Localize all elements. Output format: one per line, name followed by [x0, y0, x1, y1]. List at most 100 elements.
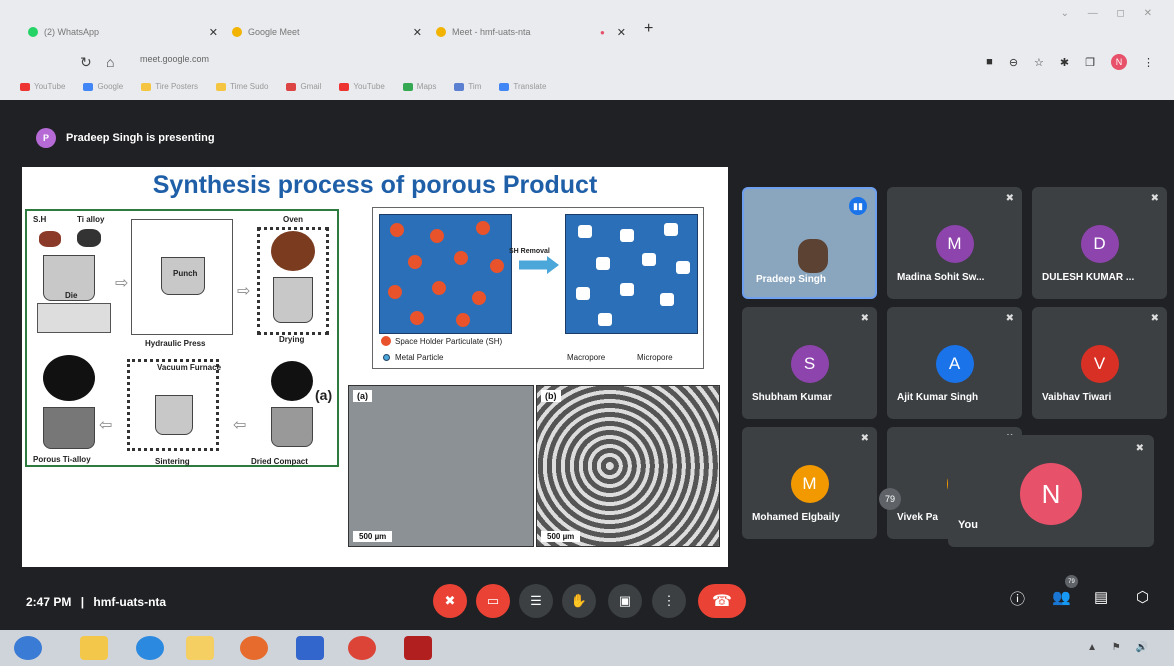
mic-off-icon: ✖ [860, 433, 869, 444]
macropore [660, 293, 674, 306]
chrome-icon[interactable] [348, 636, 376, 660]
tab-search-icon[interactable]: ❐ [1085, 56, 1095, 69]
bookmark-item[interactable]: YouTube [339, 82, 385, 91]
camera-indicator-icon[interactable]: ■ [986, 56, 993, 68]
sh-particle [410, 311, 424, 325]
bookmark-item[interactable]: Gmail [286, 82, 321, 91]
close-icon[interactable]: ✕ [413, 26, 422, 39]
new-tab-button[interactable]: + [644, 20, 653, 38]
tab-google-meet[interactable]: Google Meet ✕ [232, 20, 422, 44]
furnace-cylinder [155, 395, 193, 435]
sh-particle [432, 281, 446, 295]
participant-tile[interactable]: ✖ S Shubham Kumar [742, 307, 877, 419]
label-die: Die [65, 291, 78, 300]
shared-slide: Synthesis process of porous Product S.H … [22, 167, 728, 567]
sem-tag-a: (a) [353, 390, 372, 402]
close-icon[interactable]: ✕ [617, 26, 626, 39]
participant-tile[interactable]: ✖ M Madina Sohit Sw... [887, 187, 1022, 299]
arrow-right-icon: ⇨ [115, 275, 129, 292]
bookmark-item[interactable]: Translate [499, 82, 546, 91]
file-explorer-icon[interactable] [80, 636, 108, 660]
porous-cylinder [43, 407, 95, 449]
menu-icon[interactable]: ⋮ [1143, 56, 1154, 69]
bookmark-item[interactable]: Tire Posters [141, 82, 198, 91]
star-icon[interactable]: ☆ [1034, 56, 1044, 69]
macropore [676, 261, 690, 274]
end-call-button[interactable]: ☎ [698, 584, 746, 618]
extensions-icon[interactable]: ✱ [1060, 56, 1069, 69]
self-avatar: N [1020, 463, 1082, 525]
system-tray[interactable]: ▲ ⚑ 🔊 [1087, 642, 1154, 653]
bookmark-item[interactable]: Maps [402, 82, 436, 91]
meet-icon [436, 27, 446, 37]
meeting-info: 2:47 PM | hmf-uats-nta [26, 595, 166, 609]
start-button[interactable] [14, 636, 42, 660]
tab-meet-active[interactable]: Meet - hmf-uats-nta ● ✕ [436, 20, 626, 44]
sh-particle [408, 255, 422, 269]
hidden-participants-badge[interactable]: 79 [879, 488, 901, 510]
reload-icon[interactable]: ↻ [80, 54, 92, 71]
folder-icon [141, 82, 152, 91]
participant-tile[interactable]: ✖ A Ajit Kumar Singh [887, 307, 1022, 419]
zoom-icon[interactable]: ⊖ [1009, 56, 1018, 69]
close-icon[interactable]: ✕ [209, 26, 218, 39]
present-button[interactable]: ▣ [608, 584, 642, 618]
sh-particle [456, 313, 470, 327]
people-icon[interactable]: 👥 [1052, 588, 1071, 606]
recording-dot-icon: ● [599, 27, 605, 37]
profile-avatar[interactable]: N [1111, 54, 1127, 70]
macropore [620, 283, 634, 296]
app-icon[interactable] [296, 636, 324, 660]
bookmark-item[interactable]: Tim [454, 82, 481, 91]
label-ti-alloy: Ti alloy [77, 215, 105, 224]
mic-off-button[interactable]: ✖ [433, 584, 467, 618]
label-drying: Drying [279, 335, 305, 344]
participant-tile[interactable]: ✖ M Mohamed Elgbaily [742, 427, 877, 539]
participant-tile[interactable]: ✖ D DULESH KUMAR ... [1032, 187, 1167, 299]
ie-browser-icon[interactable] [136, 636, 164, 660]
raise-hand-button[interactable]: ✋ [562, 584, 596, 618]
meet-icon [232, 27, 242, 37]
mic-off-icon: ✖ [1005, 193, 1014, 204]
dried-cylinder [271, 407, 313, 447]
window-controls[interactable]: ⌄ — ◻ ✕ [1061, 8, 1160, 19]
presenter-banner: P Pradeep Singh is presenting [36, 128, 215, 148]
activities-icon[interactable]: ⬡ [1136, 588, 1149, 606]
participant-name: Vaibhav Tiwari [1042, 392, 1112, 403]
participant-tile-pradeep[interactable]: ▮▮ Pradeep Singh [742, 187, 877, 299]
participant-name: You [958, 519, 978, 531]
arrow-left-icon: ⇦ [233, 417, 247, 434]
bookmark-item[interactable]: Google [83, 82, 123, 91]
bookmark-item[interactable]: Time Sudo [216, 82, 268, 91]
people-count-badge: 79 [1065, 575, 1078, 588]
mic-off-icon: ✖ [1135, 443, 1144, 454]
folder-icon[interactable] [186, 636, 214, 660]
macropore [620, 229, 634, 242]
macropore [576, 287, 590, 300]
macropore [596, 257, 610, 270]
translate-icon [499, 82, 510, 91]
chat-icon[interactable]: ▤ [1094, 588, 1108, 606]
bookmark-item[interactable]: YouTube [20, 82, 65, 91]
label-sintering: Sintering [155, 457, 190, 466]
url-field[interactable]: meet.google.com [140, 54, 209, 64]
participant-tile[interactable]: ✖ V Vaibhav Tiwari [1032, 307, 1167, 419]
whatsapp-icon [28, 27, 38, 37]
participant-avatar: M [790, 465, 829, 503]
mic-off-icon: ✖ [1005, 313, 1014, 324]
participant-tile-self[interactable]: ✖ N You [948, 435, 1154, 547]
firefox-icon[interactable] [240, 636, 268, 660]
camera-off-button[interactable]: ▭ [476, 584, 510, 618]
captions-button[interactable]: ☰ [519, 584, 553, 618]
tab-label: Meet - hmf-uats-nta [452, 27, 531, 37]
more-options-button[interactable]: ⋮ [652, 584, 686, 618]
participant-name: Shubham Kumar [752, 392, 833, 403]
home-icon[interactable]: ⌂ [106, 54, 114, 70]
die-base [37, 303, 111, 333]
tab-whatsapp[interactable]: (2) WhatsApp ✕ [28, 20, 218, 44]
pdf-reader-icon[interactable] [404, 636, 432, 660]
participant-avatar: M [935, 225, 974, 263]
label-sh: S.H [33, 215, 47, 224]
label-sh-removal: SH Removal [509, 248, 550, 255]
meeting-details-icon[interactable]: ⓘ [1010, 588, 1025, 609]
